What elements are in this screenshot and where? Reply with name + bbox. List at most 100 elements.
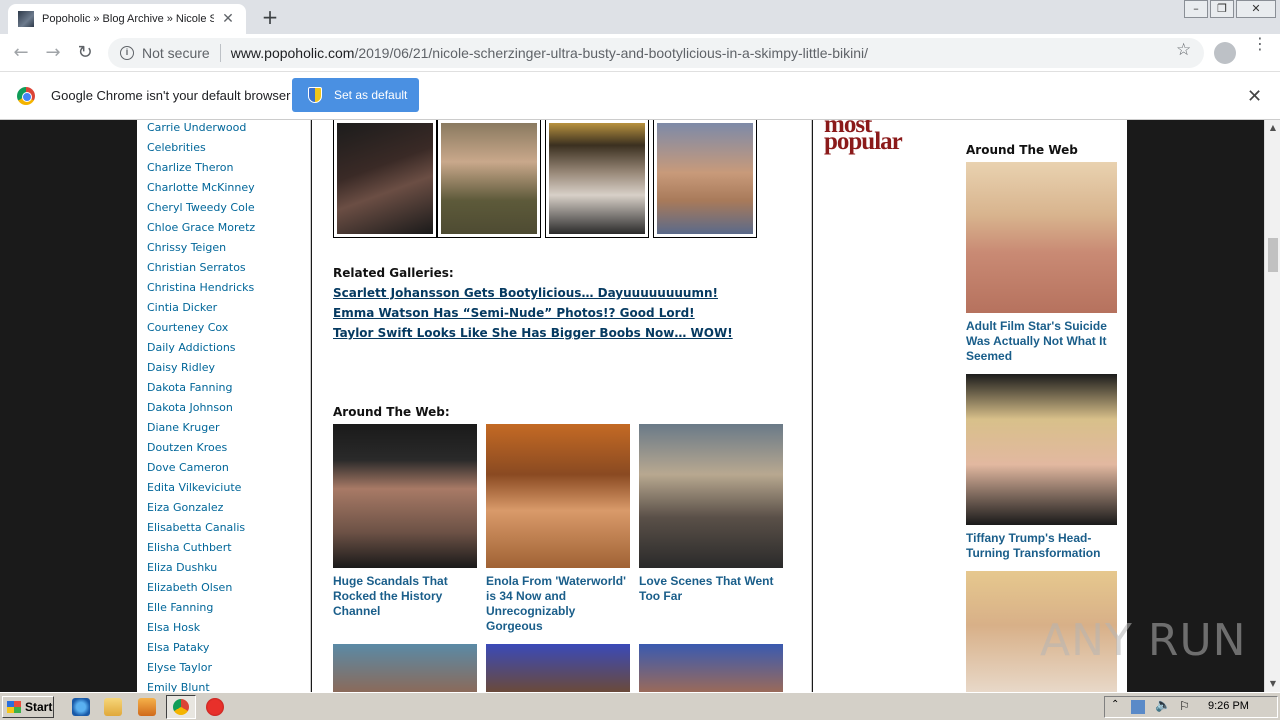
start-label: Start [25, 700, 53, 714]
right-ad-caption[interactable]: Tiffany Trump's Head-Turning Transformat… [966, 531, 1121, 561]
browser-tab[interactable]: Popoholic » Blog Archive » Nicole Sch ✕ [8, 4, 246, 34]
right-column: most popular Around The Web Adult Film S… [813, 120, 1127, 692]
around-web-image[interactable] [639, 644, 783, 692]
sidebar-category-link[interactable]: Dove Cameron [147, 461, 229, 474]
right-ad-caption[interactable]: Adult Film Star's Suicide Was Actually N… [966, 319, 1121, 364]
around-web-image[interactable] [639, 424, 783, 568]
gallery-thumbnail[interactable] [437, 120, 541, 238]
right-around-the-web-title: Around The Web [966, 143, 1078, 157]
sidebar-category-link[interactable]: Elyse Taylor [147, 661, 212, 674]
new-tab-button[interactable]: + [258, 6, 282, 28]
around-web-image[interactable] [333, 424, 477, 568]
sidebar-category-link[interactable]: Eliza Dushku [147, 561, 217, 574]
sidebar-category-link[interactable]: Charlize Theron [147, 161, 234, 174]
sidebar-category-link[interactable]: Daily Addictions [147, 341, 236, 354]
most-popular-logo: most popular [824, 120, 903, 154]
system-tray: ⌃ 🔈 ⚐ [1104, 696, 1278, 718]
sidebar-category-link[interactable]: Diane Kruger [147, 421, 219, 434]
right-ad-image[interactable] [966, 374, 1117, 525]
around-web-caption[interactable]: Enola From 'Waterworld' is 34 Now and Un… [486, 574, 630, 634]
internet-explorer-icon[interactable] [72, 698, 90, 716]
network-icon[interactable] [1131, 700, 1145, 714]
around-web-image[interactable] [333, 644, 477, 692]
shield-icon [308, 87, 322, 103]
gallery-thumbnail[interactable] [545, 120, 649, 238]
around-web-image[interactable] [486, 424, 630, 568]
tab-title: Popoholic » Blog Archive » Nicole Sch [42, 13, 214, 25]
scrollbar-thumb[interactable] [1268, 238, 1278, 272]
chrome-taskbar-button[interactable] [166, 695, 196, 719]
info-icon[interactable]: i [120, 46, 134, 60]
gallery-thumbnail[interactable] [333, 120, 437, 238]
windows-logo-icon [7, 701, 21, 713]
sidebar-category-link[interactable]: Elsa Hosk [147, 621, 200, 634]
sidebar-category-link[interactable]: Celebrities [147, 141, 206, 154]
not-secure-label: Not secure [142, 45, 210, 61]
sidebar-category-link[interactable]: Emily Blunt [147, 681, 210, 692]
windows-taskbar: Start ⌃ 🔈 ⚐ 9:26 PM [0, 692, 1280, 720]
sidebar-category-link[interactable]: Edita Vilkeviciute [147, 481, 241, 494]
around-web-caption[interactable]: Huge Scandals That Rocked the History Ch… [333, 574, 477, 619]
sidebar-category-link[interactable]: Eiza Gonzalez [147, 501, 223, 514]
forward-arrow-icon[interactable]: → [40, 40, 66, 66]
sidebar-category-link[interactable]: Dakota Fanning [147, 381, 232, 394]
sidebar-category-link[interactable]: Chrissy Teigen [147, 241, 226, 254]
sidebar-category-link[interactable]: Chloe Grace Moretz [147, 221, 255, 234]
browser-toolbar: ← → ↻ i Not secure www.popoholic.com/201… [0, 34, 1280, 72]
tab-strip: Popoholic » Blog Archive » Nicole Sch ✕ … [0, 0, 1280, 34]
sidebar-category-link[interactable]: Elisabetta Canalis [147, 521, 245, 534]
around-web-caption[interactable]: Love Scenes That Went Too Far [639, 574, 783, 604]
chrome-icon [173, 699, 189, 715]
sidebar-category-link[interactable]: Doutzen Kroes [147, 441, 227, 454]
start-button[interactable]: Start [2, 696, 54, 718]
action-center-flag-icon[interactable]: ⚐ [1179, 699, 1190, 713]
chrome-menu-icon[interactable]: ⋮ [1252, 36, 1268, 52]
related-gallery-link[interactable]: Taylor Swift Looks Like She Has Bigger B… [333, 326, 733, 340]
close-tab-icon[interactable]: ✕ [220, 11, 236, 27]
bookmark-star-icon[interactable]: ☆ [1176, 40, 1191, 60]
address-bar[interactable]: i Not secure www.popoholic.com/2019/06/2… [108, 38, 1204, 68]
sidebar-category-link[interactable]: Elisha Cuthbert [147, 541, 232, 554]
sidebar-category-link[interactable]: Elsa Pataky [147, 641, 209, 654]
close-window-button[interactable]: ✕ [1236, 0, 1276, 18]
media-player-icon[interactable] [138, 698, 156, 716]
related-gallery-link[interactable]: Scarlett Johansson Gets Bootylicious… Da… [333, 286, 718, 300]
set-as-default-label: Set as default [334, 88, 408, 102]
sidebar-category-link[interactable]: Christina Hendricks [147, 281, 254, 294]
back-arrow-icon[interactable]: ← [8, 40, 34, 66]
sidebar-category-link[interactable]: Dakota Johnson [147, 401, 233, 414]
folder-icon[interactable] [104, 698, 122, 716]
omnibox-divider [219, 44, 221, 62]
sidebar-category-link[interactable]: Cheryl Tweedy Cole [147, 201, 255, 214]
volume-icon[interactable]: 🔈 [1155, 698, 1171, 713]
reload-icon[interactable]: ↻ [72, 40, 98, 66]
related-galleries-title: Related Galleries: [333, 266, 454, 280]
page-scrollbar[interactable]: ▲ ▼ [1264, 120, 1280, 692]
sidebar-category-link[interactable]: Christian Serratos [147, 261, 246, 274]
sidebar-category-link[interactable]: Carrie Underwood [147, 121, 246, 134]
around-web-image[interactable] [486, 644, 630, 692]
around-the-web-title: Around The Web: [333, 405, 450, 419]
sidebar-category-link[interactable]: Charlotte McKinney [147, 181, 255, 194]
opera-icon[interactable] [206, 698, 224, 716]
tray-expand-icon[interactable]: ⌃ [1111, 699, 1119, 710]
sidebar-category-link[interactable]: Elizabeth Olsen [147, 581, 232, 594]
sidebar-category-link[interactable]: Daisy Ridley [147, 361, 215, 374]
scroll-up-icon[interactable]: ▲ [1265, 120, 1280, 136]
gallery-thumbnail[interactable] [653, 120, 757, 238]
minimize-window-button[interactable]: – [1184, 0, 1208, 18]
set-as-default-button[interactable]: Set as default [292, 78, 419, 112]
url-domain: www.popoholic.com [230, 45, 355, 61]
profile-avatar-icon[interactable] [1214, 42, 1236, 64]
sidebar-category-link[interactable]: Elle Fanning [147, 601, 213, 614]
restore-window-button[interactable]: ❐ [1210, 0, 1234, 18]
infobar-close-icon[interactable]: ✕ [1247, 86, 1262, 107]
url-path: /2019/06/21/nicole-scherzinger-ultra-bus… [354, 45, 868, 61]
sidebar-category-link[interactable]: Courteney Cox [147, 321, 228, 334]
infobar-text: Google Chrome isn't your default browser [51, 88, 291, 103]
screen: Popoholic » Blog Archive » Nicole Sch ✕ … [0, 0, 1280, 720]
scroll-down-icon[interactable]: ▼ [1265, 676, 1280, 692]
sidebar-category-link[interactable]: Cintia Dicker [147, 301, 217, 314]
right-ad-image[interactable] [966, 162, 1117, 313]
related-gallery-link[interactable]: Emma Watson Has “Semi-Nude” Photos!? Goo… [333, 306, 695, 320]
